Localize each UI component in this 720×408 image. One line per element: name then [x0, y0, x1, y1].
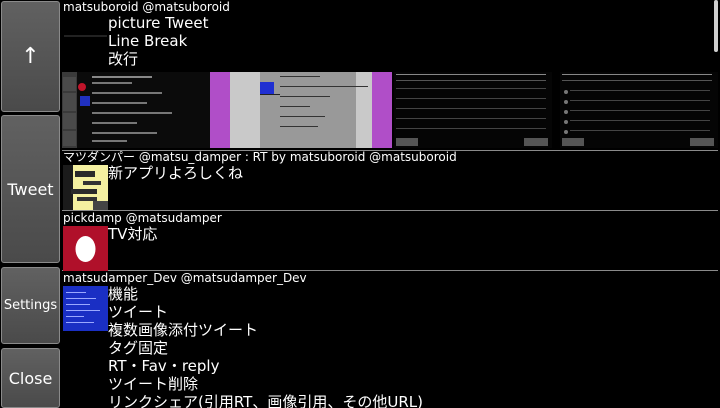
tweet-author: matsudamper_Dev @matsudamper_Dev — [63, 271, 307, 285]
tweet-author: マツダンパー @matsu_damper : RT by matsuboroid… — [63, 150, 457, 164]
attached-images — [62, 72, 718, 148]
avatar-image — [63, 15, 108, 60]
scrollbar[interactable] — [714, 0, 718, 52]
tweet-line: 機能 — [108, 285, 139, 303]
avatar — [63, 165, 108, 210]
tweet-line: 改行 — [108, 50, 139, 68]
tweet-item[interactable]: pickdamp @matsudamper TV対応 — [62, 211, 718, 271]
tweet-text: 機能 ツイート 複数画像添付ツイート タグ固定 RT・Fav・reply ツイー… — [108, 285, 423, 408]
tweet-button[interactable]: Tweet — [1, 115, 60, 263]
tweet-author: pickdamp @matsudamper — [63, 211, 222, 225]
settings-button[interactable]: Settings — [1, 267, 60, 344]
tweet-line: ツイート — [108, 303, 169, 321]
timeline[interactable]: matsuboroid @matsuboroid picture Tweet L… — [62, 0, 720, 408]
tweet-item[interactable]: マツダンパー @matsu_damper : RT by matsuboroid… — [62, 150, 718, 211]
tweet-line: タグ固定 — [108, 339, 169, 357]
attached-image-2[interactable] — [210, 72, 392, 148]
attached-image-1[interactable] — [62, 72, 210, 148]
tweet-text: picture Tweet Line Break 改行 — [108, 14, 208, 68]
tweet-line: 複数画像添付ツイート — [108, 321, 259, 339]
avatar — [63, 286, 108, 331]
tweet-line: ツイート削除 — [108, 375, 199, 393]
tweet-line: RT・Fav・reply — [108, 357, 220, 375]
side-control-panel: ↑ Tweet Settings Close — [0, 0, 62, 408]
close-button[interactable]: Close — [1, 348, 60, 408]
tweet-line: Line Break — [108, 32, 188, 50]
tweet-item[interactable]: matsuboroid @matsuboroid picture Tweet L… — [62, 0, 718, 151]
tweet-line: 新アプリよろしくね — [108, 164, 244, 182]
tweet-line: picture Tweet — [108, 14, 209, 32]
tweet-item[interactable]: matsudamper_Dev @matsudamper_Dev 機能 ツイート… — [62, 271, 718, 408]
attached-image-3[interactable] — [394, 72, 552, 148]
scroll-up-button[interactable]: ↑ — [1, 1, 60, 112]
tweet-line: TV対応 — [108, 225, 158, 243]
tweet-author: matsuboroid @matsuboroid — [63, 0, 230, 14]
attached-image-4[interactable] — [560, 72, 718, 148]
tweet-text: 新アプリよろしくね — [108, 164, 243, 182]
avatar — [63, 15, 108, 60]
tweet-line: リンクシェア(引用RT、画像引用、その他URL) — [108, 393, 423, 408]
tweet-text: TV対応 — [108, 225, 157, 243]
avatar — [63, 226, 108, 271]
